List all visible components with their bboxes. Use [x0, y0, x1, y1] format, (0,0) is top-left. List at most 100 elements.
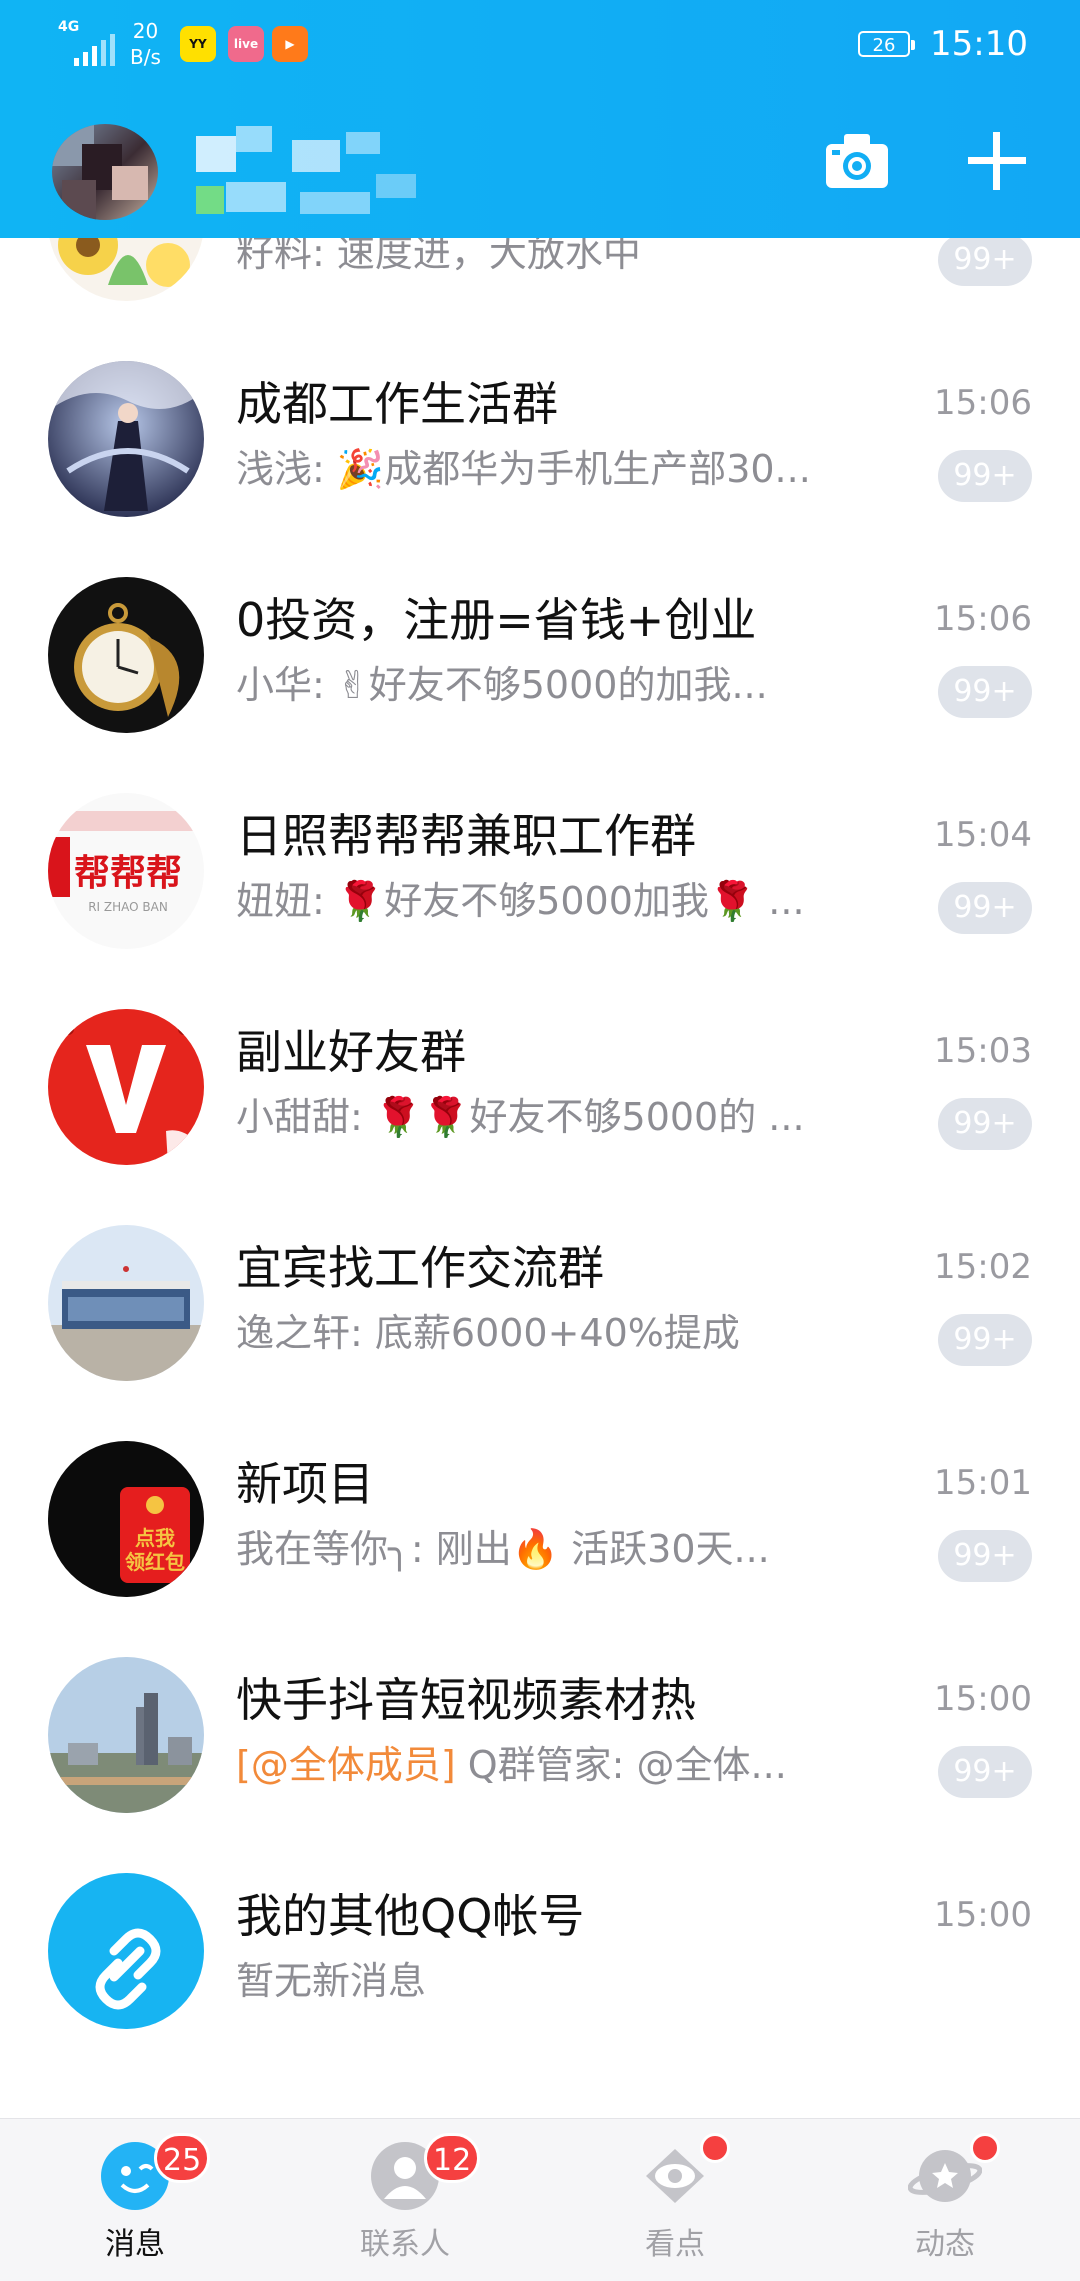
- message-sender: 籽料:: [236, 238, 337, 275]
- video-app-icon: ▶: [272, 26, 308, 62]
- conversation-avatar[interactable]: [48, 361, 204, 517]
- plus-icon: [968, 132, 1026, 190]
- message-sender: Q群管家:: [467, 1743, 637, 1787]
- message-text: 暂无新消息: [236, 1959, 427, 2003]
- svg-text:帮帮帮: 帮帮帮: [74, 853, 182, 894]
- conversation-title: 快手抖音短视频素材热: [236, 1673, 696, 1727]
- avatar-image: [48, 361, 204, 517]
- network-speed-value: 20: [132, 19, 159, 43]
- conversation-row[interactable]: 帮帮帮 RI ZHAO BAN 日照帮帮帮兼职工作群妞妞: 🌹好友不够5000加我🌹…: [0, 764, 1080, 980]
- conversation-title: 宜宾找工作交流群: [236, 1241, 604, 1295]
- live-app-icon: live: [228, 26, 264, 62]
- mention-tag: [@全体成员]: [236, 1743, 468, 1787]
- message-time: 15:06: [934, 599, 1032, 639]
- message-text: 速度进，大放水中: [336, 238, 641, 275]
- message-preview: 小华: ✌好友不够5000的加我...: [236, 662, 768, 708]
- conversation-avatar[interactable]: [48, 1657, 204, 1813]
- unread-count-badge: 99+: [938, 666, 1032, 718]
- camera-button[interactable]: [822, 126, 892, 196]
- tab-moments[interactable]: 动态: [810, 2119, 1080, 2281]
- status-bar: 4G 20 B/s YY live ▶ 26 15:10: [0, 0, 1080, 92]
- my-avatar[interactable]: [52, 124, 158, 220]
- tab-label: 看点: [645, 2227, 705, 2262]
- network-speed-unit: B/s: [130, 45, 161, 69]
- message-sender: 妞妞:: [236, 879, 337, 923]
- unread-count-badge: 99+: [938, 1314, 1032, 1366]
- tab-watch[interactable]: 看点: [540, 2119, 810, 2281]
- avatar-image: [48, 1225, 204, 1381]
- avatar-image: [48, 577, 204, 733]
- yy-app-icon: YY: [180, 26, 216, 62]
- conversation-title: 成都工作生活群: [236, 377, 558, 431]
- conversation-avatar[interactable]: [48, 1009, 204, 1165]
- message-preview: 小甜甜: 🌹🌹好友不够5000的 ...: [236, 1094, 805, 1140]
- conversation-title: 我的其他QQ帐号: [236, 1889, 585, 1943]
- conversation-row[interactable]: 副业好友群 小甜甜: 🌹🌹好友不够5000的 ... 15:03 99+: [0, 980, 1080, 1196]
- message-sender: 浅浅:: [236, 447, 337, 491]
- conversation-avatar[interactable]: 点我 领红包: [48, 1441, 204, 1597]
- unread-count-badge: 99+: [938, 450, 1032, 502]
- conversation-row[interactable]: 0投资，注册=省钱+创业小华: ✌好友不够5000的加我... 15:06 99+: [0, 548, 1080, 764]
- conversation-row[interactable]: 韶关阳光生活群籽料: 速度进，大放水中15:0799+: [0, 238, 1080, 332]
- conversation-avatar[interactable]: [48, 1873, 204, 2029]
- message-preview: 籽料: 速度进，大放水中: [236, 238, 641, 276]
- signal-bars-icon: [74, 34, 115, 66]
- message-time: 15:02: [934, 1247, 1032, 1287]
- conversation-row[interactable]: 我的其他QQ帐号暂无新消息 15:00: [0, 1844, 1080, 2060]
- tab-label: 动态: [915, 2227, 975, 2262]
- message-time: 15:06: [934, 383, 1032, 423]
- tab-notification-dot: [700, 2133, 730, 2163]
- message-text: 🌹🌹好友不够5000的 ...: [374, 1095, 805, 1139]
- signal-indicator: 4G: [58, 19, 115, 66]
- unread-count-badge: 99+: [938, 1530, 1032, 1582]
- tab-notification-dot: [970, 2133, 1000, 2163]
- message-preview: 暂无新消息: [236, 1958, 426, 2004]
- tab-label: 联系人: [360, 2227, 450, 2262]
- message-text: 底薪6000+40%提成: [374, 1311, 740, 1355]
- message-sender: 逸之轩:: [236, 1311, 375, 1355]
- message-text: 🌹好友不够5000加我🌹 ...: [336, 879, 805, 923]
- message-preview: 逸之轩: 底薪6000+40%提成: [236, 1310, 740, 1356]
- message-preview: 浅浅: 🎉成都华为手机生产部30...: [236, 446, 811, 492]
- conversation-title: 新项目: [236, 1457, 374, 1511]
- avatar-image: 帮帮帮 RI ZHAO BAN: [48, 793, 204, 949]
- conversation-row[interactable]: 宜宾找工作交流群逸之轩: 底薪6000+40%提成 15:02 99+: [0, 1196, 1080, 1412]
- unread-count-badge: 99+: [938, 1746, 1032, 1798]
- tab-messages[interactable]: 消息 25: [0, 2119, 270, 2281]
- avatar-image: [48, 1657, 204, 1813]
- message-preview: 妞妞: 🌹好友不够5000加我🌹 ...: [236, 878, 805, 924]
- top-header: 4G 20 B/s YY live ▶ 26 15:10: [0, 0, 1080, 238]
- unread-count-badge: 99+: [938, 882, 1032, 934]
- svg-text:点我: 点我: [135, 1526, 175, 1550]
- add-button[interactable]: [962, 126, 1032, 196]
- conversation-avatar[interactable]: [48, 1225, 204, 1381]
- conversation-row[interactable]: 快手抖音短视频素材热 [@全体成员] Q群管家: @全体... 15:00 99+: [0, 1628, 1080, 1844]
- message-time: 15:01: [934, 1463, 1032, 1503]
- conversation-list[interactable]: 韶关阳光生活群籽料: 速度进，大放水中15:0799+成都工作生活群浅浅: 🎉成…: [0, 238, 1080, 2118]
- message-time: 15:00: [934, 1895, 1032, 1935]
- conversation-row[interactable]: 成都工作生活群浅浅: 🎉成都华为手机生产部30... 15:06 99+: [0, 332, 1080, 548]
- tab-contacts[interactable]: 联系人 12: [270, 2119, 540, 2281]
- message-time: 15:00: [934, 1679, 1032, 1719]
- svg-text:RI ZHAO BAN: RI ZHAO BAN: [88, 900, 168, 914]
- message-preview: [@全体成员] Q群管家: @全体...: [236, 1742, 787, 1788]
- conversation-avatar[interactable]: [48, 238, 204, 301]
- conversation-title: 0投资，注册=省钱+创业: [236, 593, 757, 647]
- svg-text:领红包: 领红包: [125, 1550, 185, 1574]
- conversation-row[interactable]: 点我 领红包 新项目 我在等你╮: 刚出🔥 活跃30天... 15:01 99+: [0, 1412, 1080, 1628]
- conversation-title: 副业好友群: [236, 1025, 466, 1079]
- conversation-avatar[interactable]: [48, 577, 204, 733]
- status-time: 15:10: [930, 24, 1028, 64]
- conversation-title: 日照帮帮帮兼职工作群: [236, 809, 696, 863]
- message-time: 15:03: [934, 1031, 1032, 1071]
- network-type: 4G: [58, 19, 80, 35]
- message-text: @全体...: [636, 1743, 787, 1787]
- nickname-blurred[interactable]: [196, 126, 436, 236]
- tab-label: 消息: [105, 2227, 165, 2262]
- message-sender: 小甜甜:: [236, 1095, 375, 1139]
- avatar-image: [48, 238, 204, 301]
- avatar-image: [48, 1009, 204, 1165]
- conversation-avatar[interactable]: 帮帮帮 RI ZHAO BAN: [48, 793, 204, 949]
- unread-count-badge: 99+: [938, 238, 1032, 286]
- message-sender: 小华:: [236, 663, 337, 707]
